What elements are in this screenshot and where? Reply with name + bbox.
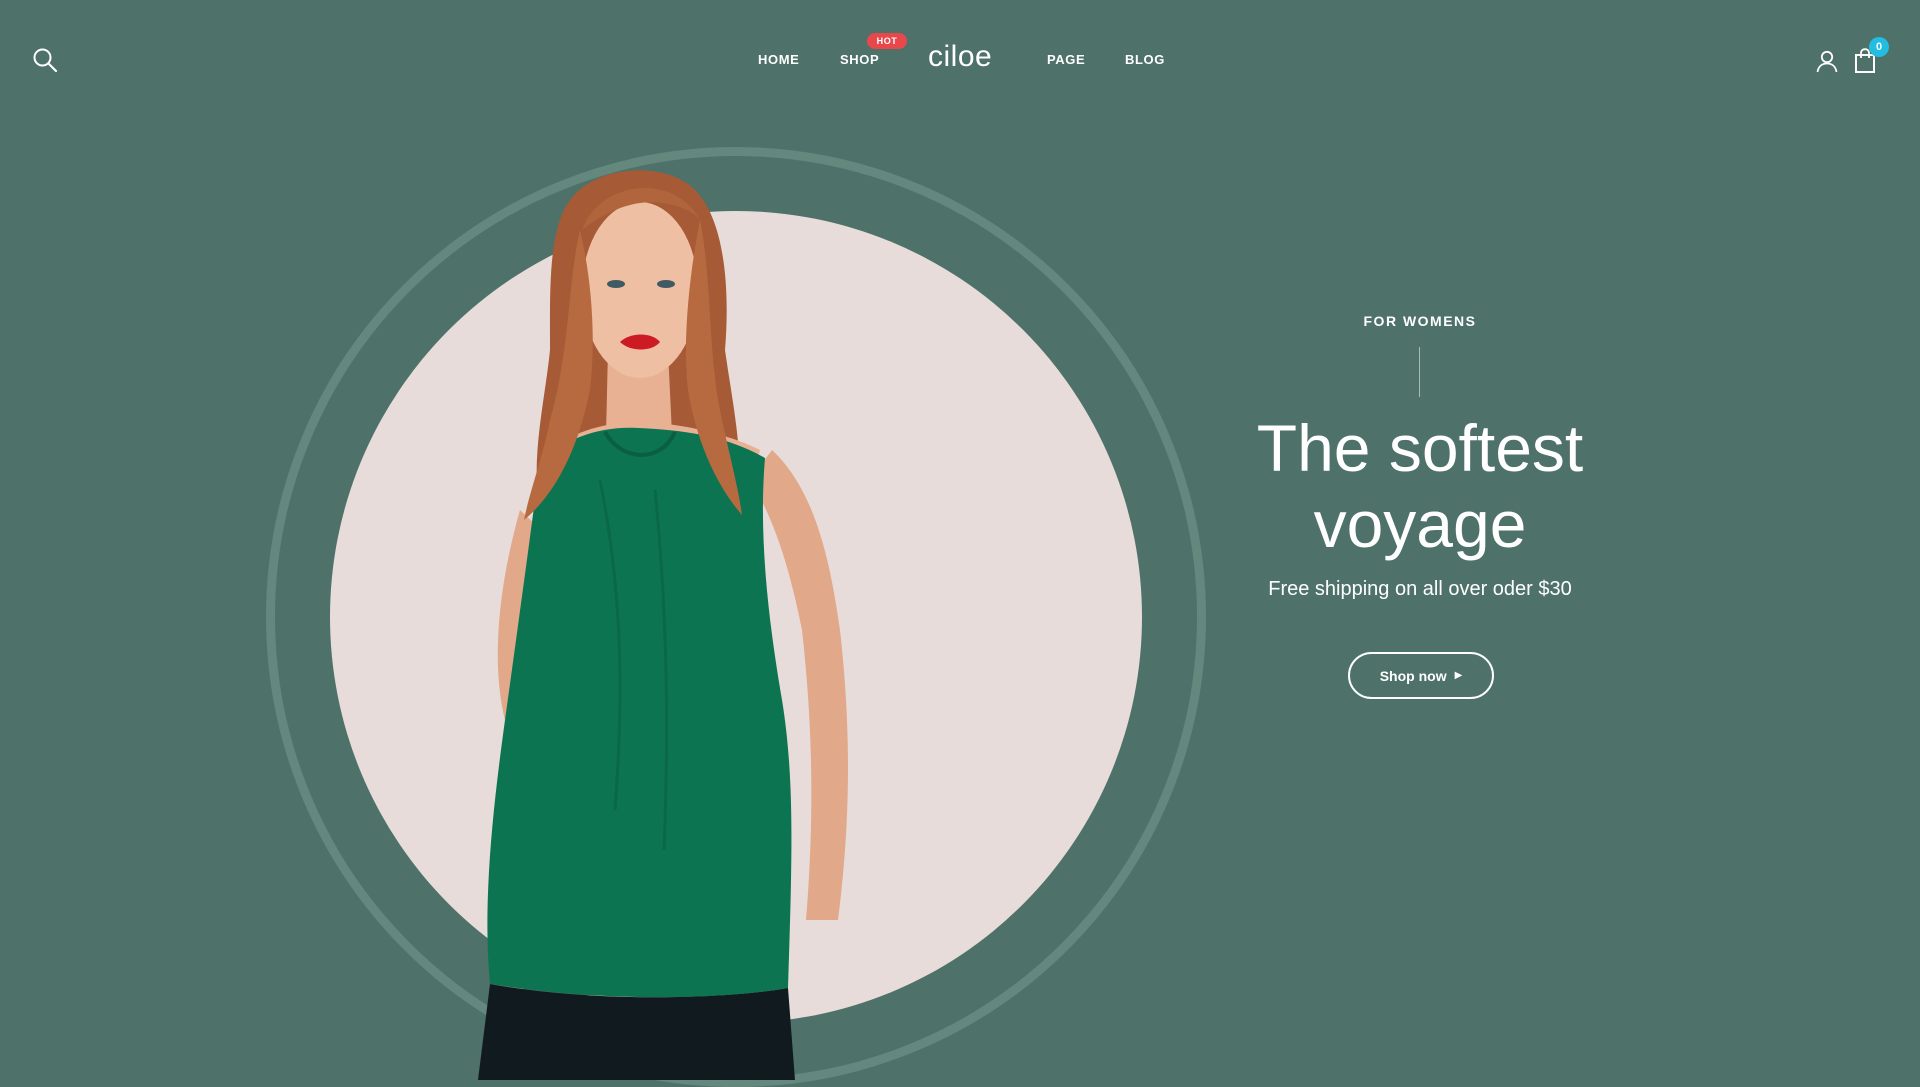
user-icon: [1816, 50, 1838, 73]
nav-item-shop[interactable]: SHOP: [840, 52, 879, 67]
account-button[interactable]: [1815, 49, 1839, 73]
shop-now-button[interactable]: Shop now ▶: [1348, 652, 1494, 699]
nav-item-page[interactable]: PAGE: [1047, 52, 1085, 67]
hero-headline: The softest voyage: [1220, 410, 1620, 562]
hero-eyebrow: FOR WOMENS: [1363, 313, 1477, 329]
headline-line-2: voyage: [1313, 487, 1527, 561]
nav-item-blog[interactable]: BLOG: [1125, 52, 1165, 67]
hot-badge: HOT: [867, 33, 907, 49]
hero-model-image: [478, 170, 848, 1080]
site-header: HOME SHOP HOT ciloe PAGE BLOG 0: [0, 0, 1920, 120]
shop-now-label: Shop now: [1379, 667, 1447, 684]
headline-line-1: The softest: [1256, 411, 1584, 485]
site-logo[interactable]: ciloe: [928, 40, 992, 74]
nav-item-home[interactable]: HOME: [758, 52, 799, 67]
main-nav: HOME SHOP HOT ciloe PAGE BLOG: [0, 0, 1920, 120]
caret-right-icon: ▶: [1454, 670, 1463, 681]
hero-divider: [1419, 347, 1420, 397]
cart-count-badge: 0: [1869, 37, 1889, 57]
hero-subline: Free shipping on all over oder $30: [1268, 578, 1572, 600]
